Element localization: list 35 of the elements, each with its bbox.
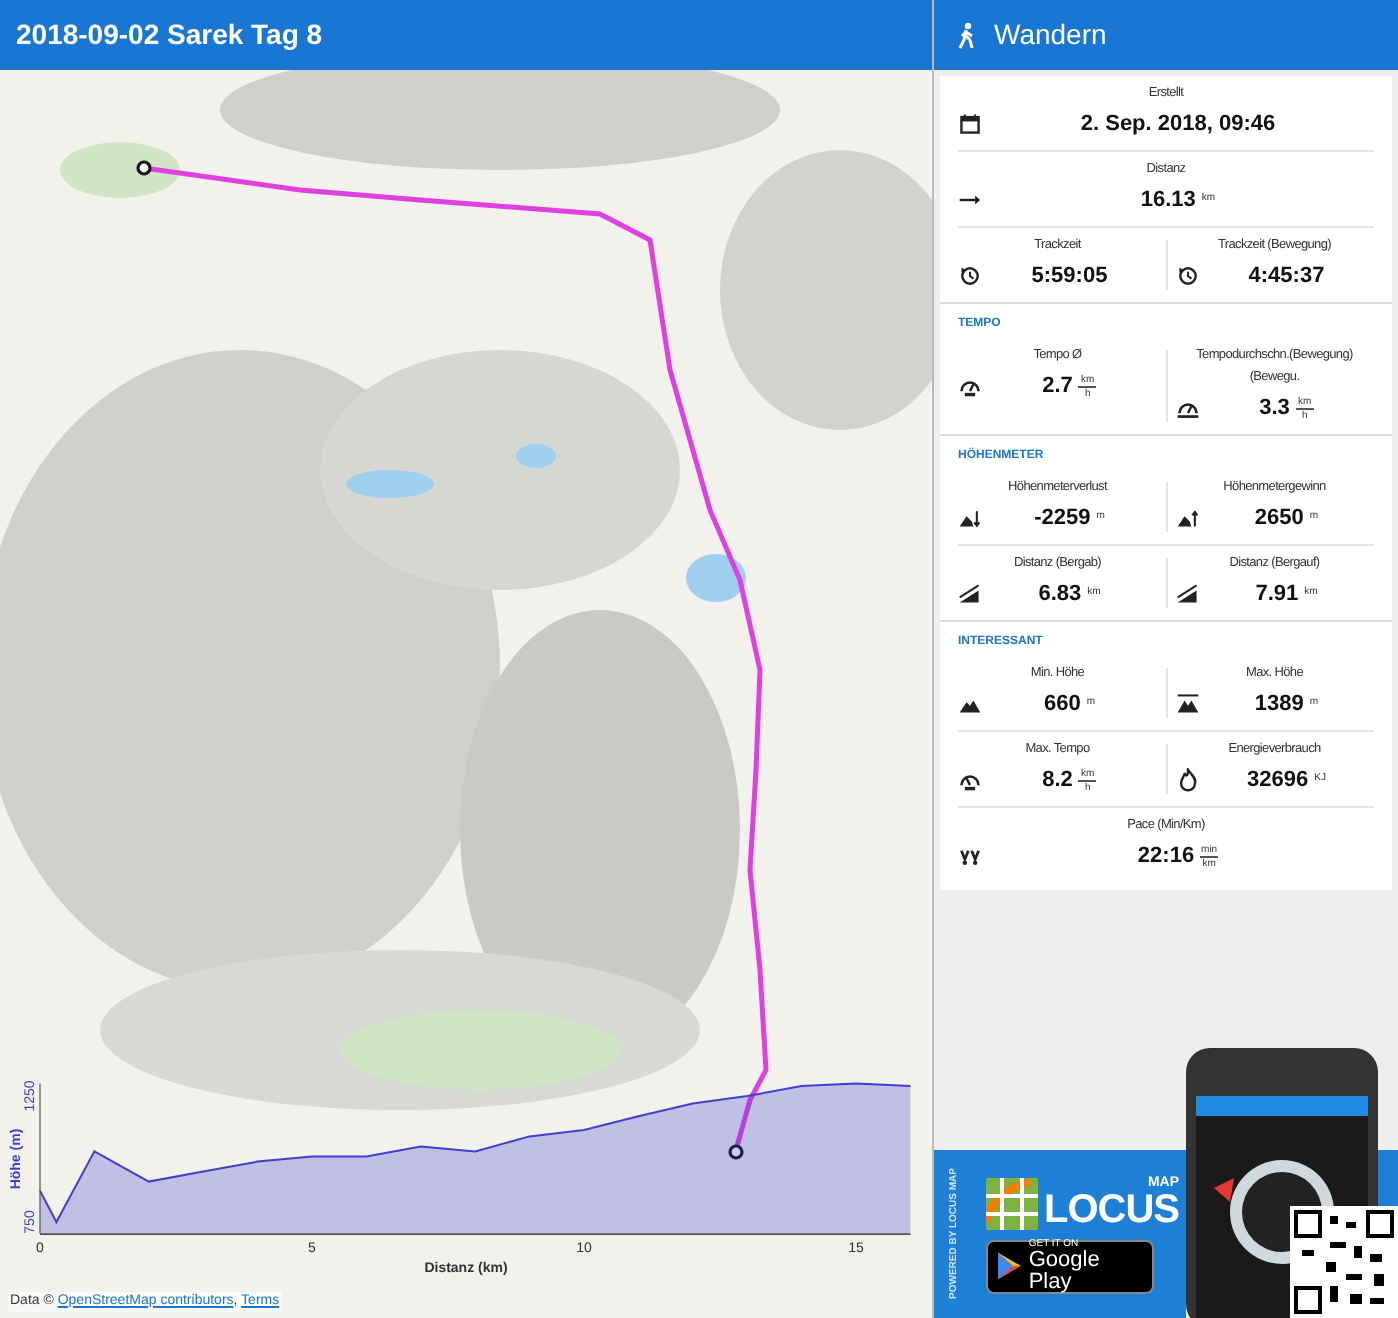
stat-value: 22:16 <box>1137 841 1195 872</box>
stat-value: 2.7 <box>1042 371 1073 402</box>
stat-value: 2650 <box>1254 503 1304 534</box>
stat-value: 8.2 <box>1042 765 1073 796</box>
logo-wordmark: LOCUS <box>1044 1189 1179 1229</box>
stat-value: 16.13 <box>1140 185 1196 216</box>
end-marker <box>728 1144 744 1160</box>
stat-value: 32696 <box>1247 765 1309 796</box>
stopwatch-icon <box>1175 264 1199 288</box>
stat-value: 7.91 <box>1255 579 1299 610</box>
stat-value: -2259 <box>1034 503 1091 534</box>
descent-icon <box>958 506 982 530</box>
calendar-icon <box>958 112 982 136</box>
play-store-icon <box>998 1252 1021 1280</box>
hiker-icon <box>958 21 978 49</box>
store-name: Google Play <box>1028 1249 1102 1293</box>
start-marker <box>136 160 152 176</box>
track-title: 2018-09-02 Sarek Tag 8 <box>16 16 323 54</box>
stat-value: 1389 <box>1254 689 1304 720</box>
qr-code-drawing <box>1290 1206 1398 1318</box>
stat-value: 2. Sep. 2018, 09:46 <box>1080 109 1276 140</box>
stat-value: 660 <box>1043 689 1081 720</box>
stat-value: 6.83 <box>1038 579 1082 610</box>
stat-value: 5:59:05 <box>1031 261 1108 292</box>
mountain-icon <box>1175 692 1199 716</box>
stat-value: 4:45:37 <box>1248 261 1325 292</box>
slope-icon <box>1175 582 1199 606</box>
activity-title: Wandern <box>994 16 1107 54</box>
map-logo-icon <box>986 1177 1038 1229</box>
stat-value: 3.3 <box>1259 393 1290 424</box>
ascent-icon <box>1175 506 1199 530</box>
slope-icon <box>958 582 982 606</box>
footprints-icon <box>958 844 982 868</box>
stopwatch-icon <box>958 264 982 288</box>
flame-icon <box>1175 768 1199 792</box>
